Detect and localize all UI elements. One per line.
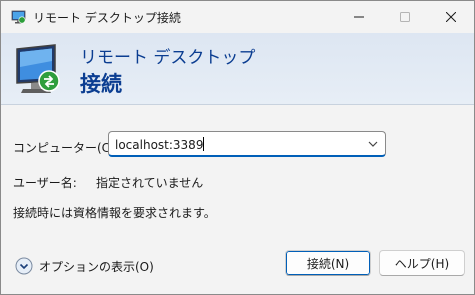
show-options-label: オプションの表示(O) bbox=[39, 259, 154, 274]
computer-input-value: localhost:3389 bbox=[115, 138, 204, 152]
minimize-icon bbox=[354, 16, 364, 18]
expand-circle-icon bbox=[15, 257, 33, 275]
title-bar[interactable]: リモート デスクトップ接続 bbox=[1, 1, 474, 33]
connect-button-label: 接続(N) bbox=[306, 256, 350, 271]
remote-desktop-app-icon bbox=[11, 10, 26, 24]
dialog-body: コンピューター(C): localhost:3389 ユーザー名: 指定されてい… bbox=[1, 105, 474, 294]
remote-desktop-monitor-icon bbox=[16, 44, 60, 93]
maximize-button[interactable] bbox=[382, 1, 428, 33]
computer-combobox[interactable]: localhost:3389 bbox=[108, 131, 386, 157]
connect-button[interactable]: 接続(N) bbox=[285, 250, 371, 276]
text-cursor bbox=[203, 137, 205, 151]
chevron-down-icon[interactable] bbox=[366, 137, 380, 151]
header-title-line1: リモート デスクトップ bbox=[80, 48, 256, 68]
username-value: 指定されていません bbox=[96, 176, 204, 190]
credentials-note: 接続時には資格情報を要求されます。 bbox=[13, 206, 216, 220]
computer-label: コンピューター(C): bbox=[13, 141, 119, 155]
window-title: リモート デスクトップ接続 bbox=[33, 11, 181, 25]
remote-desktop-window: リモート デスクトップ接続 リモート デスクトップ 接続 コンピューター(C):… bbox=[0, 0, 475, 295]
dialog-header-banner: リモート デスクトップ 接続 bbox=[1, 33, 474, 105]
help-button-label: ヘルプ(H) bbox=[394, 256, 450, 271]
close-button[interactable] bbox=[428, 1, 474, 33]
help-button[interactable]: ヘルプ(H) bbox=[379, 250, 465, 276]
header-title-line2: 接続 bbox=[80, 72, 122, 96]
minimize-button[interactable] bbox=[336, 1, 382, 33]
show-options-toggle[interactable]: オプションの表示(O) bbox=[15, 257, 154, 275]
close-icon bbox=[446, 12, 456, 22]
computer-input[interactable]: localhost:3389 bbox=[115, 137, 205, 152]
username-label: ユーザー名: bbox=[13, 176, 77, 190]
maximize-icon bbox=[400, 12, 410, 22]
